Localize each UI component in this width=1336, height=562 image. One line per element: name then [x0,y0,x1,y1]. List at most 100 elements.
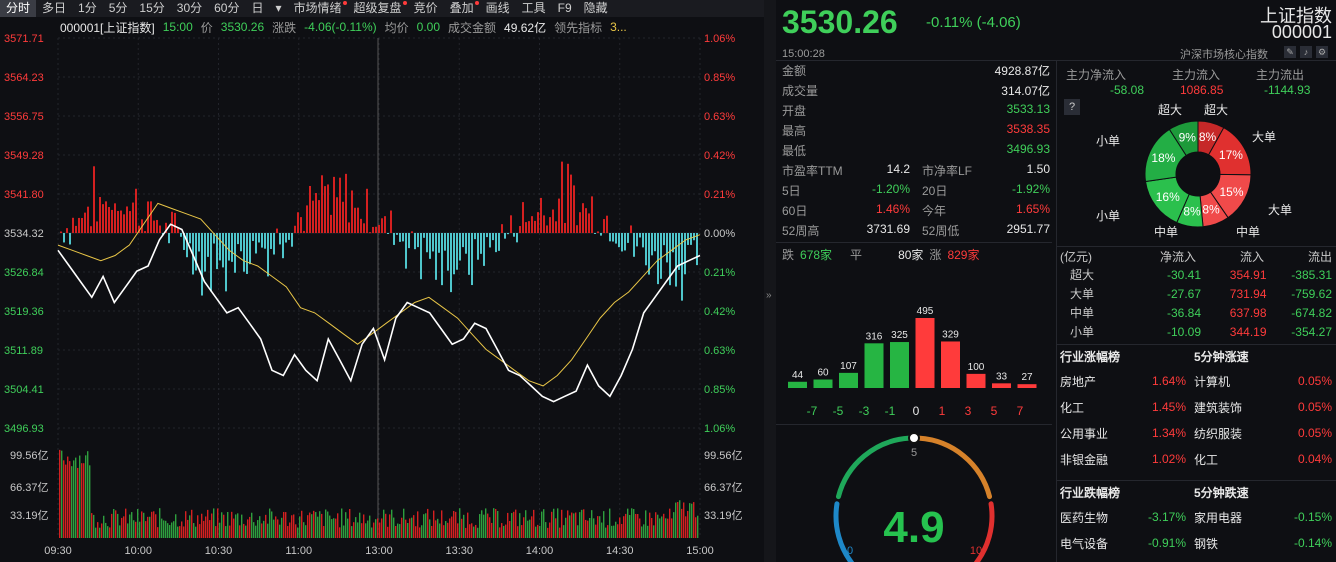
vol-tick-left: 33.19亿 [10,509,49,522]
momentum-bar [555,221,557,233]
sector-row[interactable]: 电气设备 -0.91% 钢铁 -0.14% [1060,530,1332,556]
volume-bar [683,502,685,538]
sector-speed: 0.05% [1297,374,1332,388]
momentum-bar [636,233,638,247]
sector-name: 医药生物 [1060,510,1109,525]
volume-bar [329,515,331,538]
y-tick-right: 0.21% [704,267,735,279]
momentum-bar [198,233,200,252]
vol-tick-right: 66.37亿 [704,481,743,494]
sector-row[interactable]: 化工 1.45% 建筑装饰 0.05% [1060,394,1332,420]
volume-bar [277,519,279,538]
settings-icon[interactable]: ⚙ [1316,46,1328,58]
volume-bar [411,517,413,538]
sector-change: 1.02% [1151,452,1186,466]
volume-bar [273,519,275,538]
volume-bar [565,517,567,538]
sector-name: 化工 [1060,400,1085,415]
volume-bar [393,517,395,538]
sector-row[interactable]: 房地产 1.64% 计算机 0.05% [1060,368,1332,394]
stat-value: 14.2 [886,162,910,176]
momentum-bar [516,233,518,243]
volume-bar [627,508,629,538]
donut-label: 中单 [1154,224,1178,239]
volume-bar [425,513,427,538]
dist-label: -5 [833,404,844,418]
flow-header-cell: (亿元) [1060,250,1092,264]
momentum-bar [312,200,314,233]
bell-icon[interactable]: ♪ [1300,46,1312,58]
volume-bar [175,514,177,538]
volume-bar [293,514,295,538]
volume-bar [83,463,85,538]
momentum-bar [549,217,551,233]
dist-label: -3 [859,404,870,418]
volume-bar [407,523,409,538]
volume-bar [599,516,601,538]
volume-bar [589,517,591,538]
x-tick: 09:30 [44,545,72,557]
volume-bar [395,525,397,538]
index-code-big: 000001 [1271,22,1332,42]
volume-bar [67,456,69,538]
dist-label: 0 [913,404,920,418]
momentum-bar [189,233,191,244]
volume-bar [661,516,663,538]
momentum-bar [342,201,344,233]
momentum-bar [657,233,659,285]
momentum-bar [159,225,161,233]
dist-label: -1 [885,404,896,418]
volume-bar [185,511,187,538]
y-tick-left: 3519.36 [4,306,44,318]
sector-row[interactable]: 非银金融 1.02% 化工 0.04% [1060,446,1332,472]
stat-value: 4928.87亿 [994,64,1050,78]
dist-label: 1 [939,404,946,418]
volume-bar [217,508,219,538]
momentum-bar [300,217,302,233]
momentum-bar [354,207,356,233]
expand-arrow-icon[interactable]: » [766,290,772,301]
momentum-bar [249,233,251,265]
panel-splitter[interactable]: » [764,0,776,562]
momentum-bar [624,233,626,251]
volume-bar [653,525,655,538]
volume-bar [147,516,149,538]
volume-bar [317,516,319,538]
volume-bar [129,514,131,538]
edit-icon[interactable]: ✎ [1284,46,1296,58]
momentum-bar [144,231,146,233]
momentum-bar [591,196,593,233]
intraday-chart[interactable]: 3571.71 1.06% 3564.23 0.85% 3556.75 0.63% 3549… [0,0,764,562]
volume-bar [465,527,467,538]
momentum-bar [168,233,170,244]
donut-label: 大单 [1268,203,1292,217]
volume-bar [173,521,175,538]
sector-name: 公用事业 [1060,426,1109,441]
volume-bar [689,503,691,538]
momentum-bar [261,233,263,248]
sector-row[interactable]: 公用事业 1.34% 纺织服装 0.05% [1060,420,1332,446]
volume-bar [433,510,435,538]
momentum-bar [441,233,443,286]
volume-bar [533,509,535,538]
volume-bar [223,514,225,538]
volume-bar [265,514,267,538]
volume-bar [259,516,261,538]
volume-bar [587,520,589,538]
stat-row: 金额 4928.87亿 [782,62,1050,79]
momentum-bar [255,233,257,254]
momentum-bar [570,174,572,233]
momentum-bar [546,225,548,233]
dist-label: 3 [965,404,972,418]
volume-bar [397,523,399,538]
volume-bar [619,517,621,538]
volume-bar [189,515,191,538]
volume-bar [295,524,297,538]
momentum-bar [675,233,677,287]
sector-speed: 0.05% [1297,426,1332,440]
sector-row[interactable]: 医药生物 -3.17% 家用电器 -0.15% [1060,504,1332,530]
volume-bar [635,513,637,538]
volume-bar [681,508,683,538]
momentum-bar [219,233,221,261]
momentum-bar [180,233,182,237]
